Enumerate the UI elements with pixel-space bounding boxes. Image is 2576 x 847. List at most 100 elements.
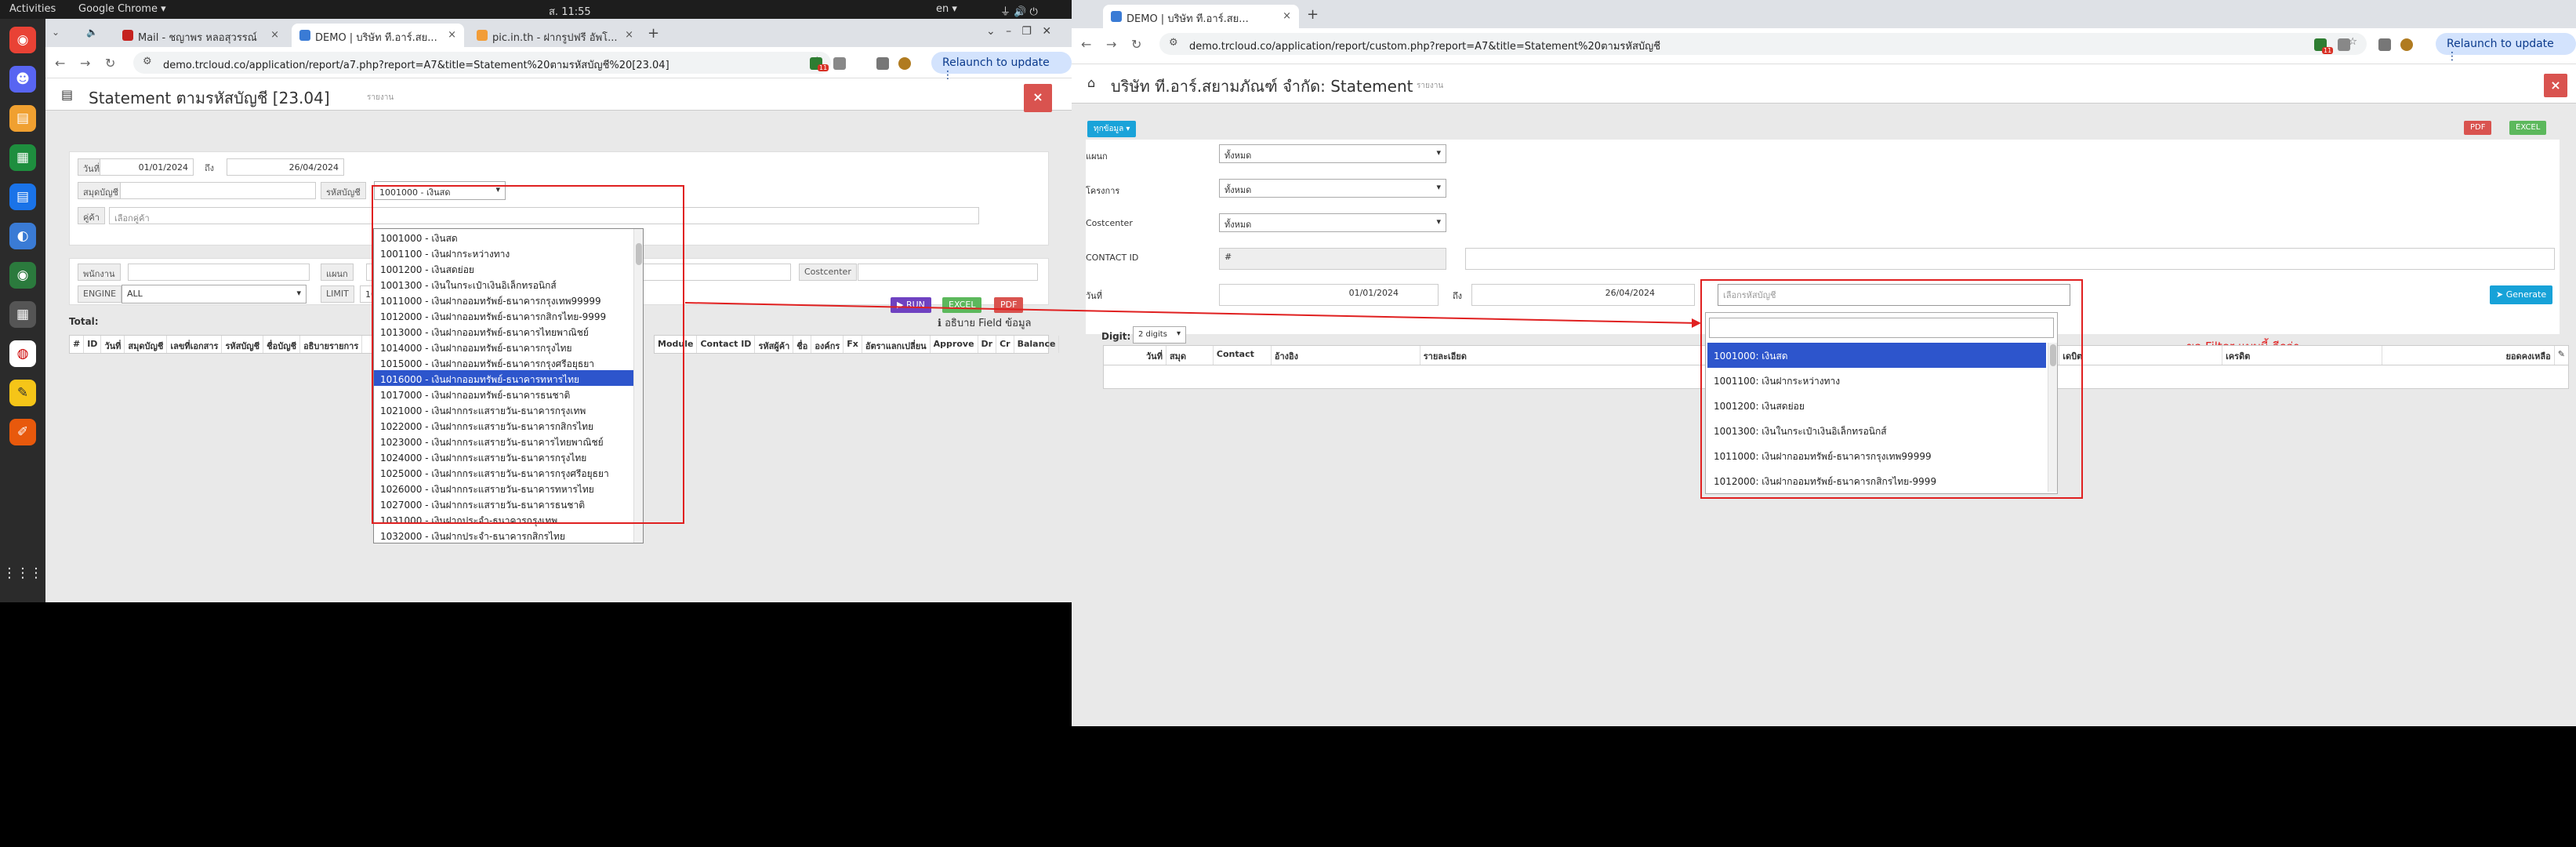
dept-select[interactable]: ทั้งหมด (1219, 144, 1446, 163)
employee-input[interactable] (128, 264, 310, 281)
col-account: รหัสบัญชี (222, 336, 264, 353)
pdf-button[interactable]: PDF (2464, 121, 2492, 135)
reload-icon[interactable]: ↻ (105, 56, 115, 71)
close-report-button[interactable]: × (2544, 74, 2567, 97)
ubuntu-icon[interactable]: ◍ (9, 340, 36, 367)
tab-cast-icon[interactable] (876, 57, 889, 70)
discord-icon[interactable]: ☻ (9, 66, 36, 93)
excel-button[interactable]: EXCEL (942, 297, 982, 313)
tab-demo-right[interactable]: DEMO | บริษัท ที.อาร์.สย... × (1103, 5, 1299, 28)
editor-icon[interactable]: ✎ (9, 380, 36, 406)
tab-demo[interactable]: DEMO | บริษัท ที.อาร์.สย... × (292, 24, 464, 47)
back-icon[interactable]: ← (1081, 37, 1091, 52)
dept-label: แผนก (1086, 151, 1108, 162)
site-info-icon[interactable]: ⚙ (143, 56, 152, 67)
results-table-header-right: Module Contact ID รหัสผู้ค้า ชื่อ องค์กร… (654, 335, 1060, 354)
profile-avatar[interactable] (2400, 38, 2413, 51)
date-to-input[interactable]: 26/04/2024 (227, 158, 344, 176)
mute-icon[interactable]: 🔈 (86, 27, 98, 38)
annotation-box-right (1700, 279, 2083, 499)
contact-id-label: CONTACT ID (1086, 253, 1139, 263)
col-fx: Fx (844, 336, 862, 353)
new-tab-button[interactable]: + (1307, 6, 1319, 23)
tab-cast-icon[interactable] (2378, 38, 2391, 51)
excel-button[interactable]: EXCEL (2509, 121, 2547, 135)
close-tab-icon[interactable]: × (448, 29, 456, 41)
reload-icon[interactable]: ↻ (1131, 37, 1141, 52)
puzzle-icon[interactable] (2338, 38, 2350, 51)
costcenter-select[interactable]: ทั้งหมด (1219, 213, 1446, 232)
apps-grid-icon[interactable]: ⋮⋮⋮ (3, 560, 43, 587)
tab-search-icon[interactable]: ⌄ (52, 27, 60, 38)
date-from-input[interactable]: 01/01/2024 (1219, 284, 1439, 306)
draw-icon[interactable]: ✐ (9, 419, 36, 445)
costcenter-label: Costcenter (1086, 218, 1133, 228)
app-menu[interactable]: Google Chrome ▾ (78, 3, 166, 15)
date-label: วันที่ (1086, 291, 1102, 301)
home-icon[interactable]: ⌂ (1087, 75, 1095, 90)
language-indicator[interactable]: en ▾ (936, 3, 957, 15)
col-account-name: ชื่อบัญชี (263, 336, 301, 353)
chrome-canary-icon[interactable]: ◉ (9, 262, 36, 289)
book-input[interactable] (120, 182, 316, 199)
close-tab-icon[interactable]: × (625, 29, 633, 41)
calculator-icon[interactable]: ▦ (9, 301, 36, 328)
edit-columns-icon[interactable]: ✎ (2555, 346, 2568, 365)
costcenter-input[interactable] (858, 264, 1038, 281)
contact-id-input[interactable]: # (1219, 248, 1446, 270)
window-controls[interactable]: ⌄ – ❐ ✕ (986, 25, 1051, 38)
pdf-button[interactable]: PDF (994, 297, 1024, 313)
trcloud-icon (1111, 11, 1122, 22)
back-icon[interactable]: ← (55, 56, 65, 71)
site-info-icon[interactable]: ⚙ (1169, 37, 1178, 49)
new-tab-button[interactable]: + (648, 25, 659, 42)
relaunch-button[interactable]: Relaunch to update ⋮ (2436, 33, 2576, 63)
profile-avatar[interactable] (898, 57, 911, 70)
app-icon[interactable]: ◐ (9, 223, 36, 249)
forward-icon[interactable]: → (80, 56, 90, 71)
col-name: ชื่อ (793, 336, 812, 353)
chrome-icon[interactable]: ◉ (9, 27, 36, 53)
close-tab-icon[interactable]: × (1283, 10, 1291, 22)
address-bar[interactable]: ⚙ demo.trcloud.co/application/report/cus… (1159, 33, 2367, 55)
address-bar[interactable]: ⚙ demo.trcloud.co/application/report/a7.… (133, 52, 831, 74)
col-book: สมุดบัญชี (125, 336, 168, 353)
account-label: รหัสบัญชี (321, 182, 366, 199)
tab-pic[interactable]: pic.in.th - ฝากรูปฟรี อัพโ... × (469, 24, 641, 47)
page-title: Statement ตามรหัสบัญชี [23.04] (89, 89, 330, 107)
generate-button[interactable]: ➤ Generate (2490, 285, 2553, 304)
docs-icon[interactable]: ▤ (9, 184, 36, 210)
digit-select[interactable]: 2 digits (1133, 326, 1186, 344)
files-icon[interactable]: ▤ (9, 105, 36, 132)
sheets-icon[interactable]: ▦ (9, 144, 36, 171)
field-help-link[interactable]: ℹ อธิบาย Field ข้อมูล (938, 314, 1031, 331)
close-tab-icon[interactable]: × (270, 29, 279, 41)
forward-icon[interactable]: → (1106, 37, 1116, 52)
browser-toolbar: ← → ↻ ⚙ demo.trcloud.co/application/repo… (45, 47, 1072, 82)
trcloud-icon (299, 30, 310, 41)
all-data-dropdown[interactable]: ทุกข้อมูล ▾ (1087, 121, 1137, 137)
tab-mail[interactable]: Mail - ชญาพร หลอสุวรรณ์ × (114, 24, 287, 47)
close-report-button[interactable]: × (1024, 84, 1052, 112)
project-select[interactable]: ทั้งหมด (1219, 179, 1446, 198)
col-approve: Approve (931, 336, 978, 353)
page-title: บริษัท ที.อาร์.สยามภัณฑ์ จำกัด: Statemen… (1111, 77, 1413, 96)
dropdown-option[interactable]: 1032000 - เงินฝากประจำ-ธนาคารกสิกรไทย (374, 527, 643, 543)
puzzle-icon[interactable] (833, 57, 846, 70)
col-date: วันที่ (1104, 346, 1166, 365)
activities-button[interactable]: Activities (9, 3, 56, 15)
limit-label: LIMIT (321, 285, 354, 303)
date-to-input[interactable]: 26/04/2024 (1471, 284, 1695, 306)
dept-label: แผนก (321, 264, 354, 281)
relaunch-button[interactable]: Relaunch to update ⋮ (931, 52, 1072, 82)
date-from-input[interactable]: 01/01/2024 (100, 158, 194, 176)
contact-name-input[interactable] (1465, 248, 2555, 270)
clock[interactable]: ส. 11:55 (549, 3, 591, 20)
col-dr: Dr (978, 336, 997, 353)
col-cr: Cr (996, 336, 1014, 353)
col-contact-id: Contact ID (697, 336, 756, 353)
engine-select[interactable]: ALL (122, 285, 307, 304)
run-button[interactable]: ▶ RUN (891, 297, 931, 313)
extension-badge: 11 (2322, 47, 2334, 54)
network-icon[interactable]: ⏚ 🔊 ⏻ (1000, 3, 1038, 18)
